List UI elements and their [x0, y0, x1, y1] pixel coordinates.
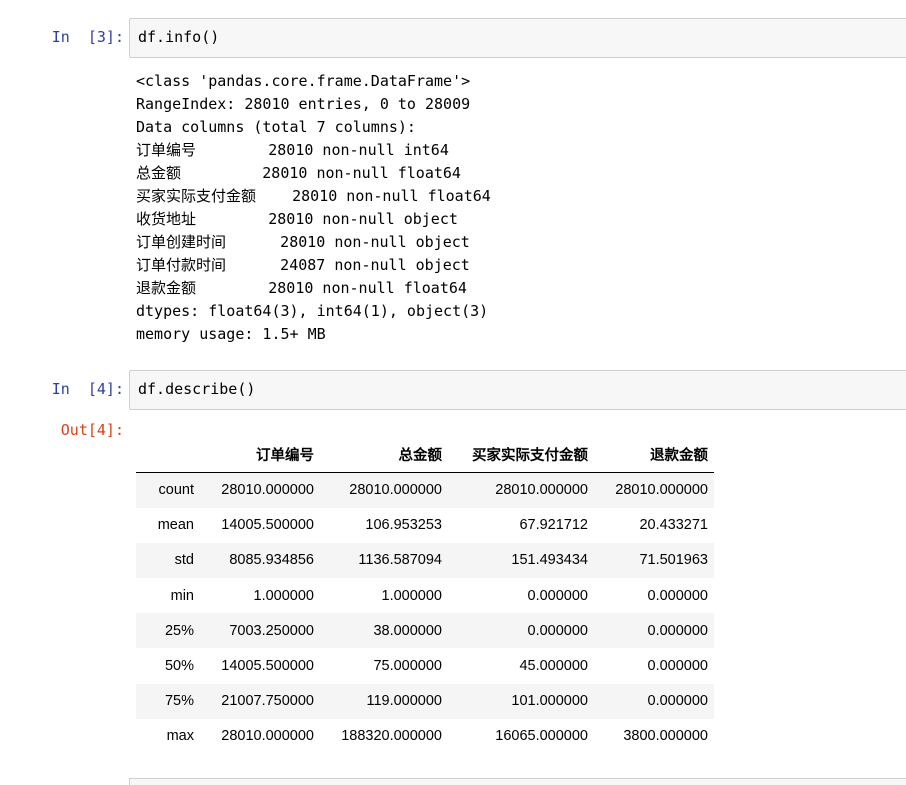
table-cell: 151.493434	[511, 552, 588, 569]
table-cell: 21007.750000	[221, 693, 314, 710]
code-text: df.info()	[138, 28, 220, 46]
next-code-input[interactable]	[129, 778, 906, 785]
index-header	[136, 436, 200, 473]
row-label: max	[166, 728, 194, 745]
column-header: 订单编号	[200, 436, 320, 473]
table-row: mean 14005.500000 106.953253 67.921712 2…	[136, 508, 714, 543]
code-input[interactable]: df.describe()	[129, 370, 906, 410]
table-cell: 0.000000	[647, 658, 708, 675]
table-row: 25% 7003.250000 38.000000 0.000000 0.000…	[136, 613, 714, 649]
output-line: 订单创建时间 28010 non-null object	[136, 233, 470, 251]
table-cell: 38.000000	[373, 622, 442, 639]
row-label: 25%	[164, 622, 194, 639]
column-header: 退款金额	[594, 436, 714, 473]
table-cell: 28010.000000	[495, 482, 588, 499]
table-cell: 28010.000000	[615, 482, 708, 499]
column-header: 总金额	[320, 436, 448, 473]
output-line: 总金额 28010 non-null float64	[136, 164, 461, 182]
table-cell: 28010.000000	[221, 482, 314, 499]
table-cell: 1136.587094	[358, 552, 442, 569]
table-cell: 0.000000	[527, 622, 588, 639]
table-cell: 1.000000	[381, 587, 442, 604]
table-cell: 71.501963	[639, 552, 708, 569]
table-cell: 75.000000	[373, 658, 442, 675]
table-cell: 0.000000	[527, 587, 588, 604]
table-cell: 14005.500000	[221, 658, 314, 675]
table-cell: 28010.000000	[221, 728, 314, 745]
table-header-row: 订单编号 总金额 买家实际支付金额 退款金额	[136, 436, 714, 473]
output-line: Data columns (total 7 columns):	[136, 118, 416, 136]
table-cell: 8085.934856	[229, 552, 314, 569]
table-row: 75% 21007.750000 119.000000 101.000000 0…	[136, 683, 714, 719]
table-cell: 0.000000	[647, 622, 708, 639]
output-line: 买家实际支付金额 28010 non-null float64	[136, 187, 491, 205]
row-label: std	[174, 552, 194, 569]
output-line: <class 'pandas.core.frame.DataFrame'>	[136, 72, 471, 90]
table-cell: 1.000000	[253, 587, 314, 604]
stream-output: <class 'pandas.core.frame.DataFrame'> Ran…	[136, 70, 491, 346]
row-label: 50%	[164, 658, 194, 675]
table-row: min 1.000000 1.000000 0.000000 0.000000	[136, 578, 714, 613]
output-line: 收货地址 28010 non-null object	[136, 210, 458, 228]
output-line: RangeIndex: 28010 entries, 0 to 28009	[136, 95, 471, 113]
table-cell: 20.433271	[639, 517, 708, 534]
table-cell: 119.000000	[366, 693, 442, 710]
row-label: count	[158, 482, 194, 499]
code-input[interactable]: df.info()	[129, 18, 906, 58]
table-cell: 7003.250000	[229, 622, 314, 639]
table-cell: 14005.500000	[221, 517, 314, 534]
row-label: 75%	[164, 693, 194, 710]
output-line: 订单编号 28010 non-null int64	[136, 141, 449, 159]
table-cell: 101.000000	[511, 693, 588, 710]
table-cell: 45.000000	[519, 658, 588, 675]
table-cell: 0.000000	[647, 587, 708, 604]
table-row: std 8085.934856 1136.587094 151.493434 7…	[136, 542, 714, 579]
table-cell: 188320.000000	[341, 728, 442, 745]
table-cell: 16065.000000	[495, 728, 588, 745]
table-cell: 28010.000000	[349, 482, 442, 499]
table-cell: 106.953253	[365, 517, 442, 534]
table-row: max 28010.000000 188320.000000 16065.000…	[136, 719, 714, 754]
dataframe-table: 订单编号 总金额 买家实际支付金额 退款金额 count 28010.00000…	[136, 436, 714, 754]
output-line: 退款金额 28010 non-null float64	[136, 279, 467, 297]
code-text: df.describe()	[138, 380, 256, 398]
output-prompt: Out[4]:	[60, 421, 124, 439]
row-label: mean	[157, 517, 194, 534]
table-row: count 28010.000000 28010.000000 28010.00…	[136, 472, 714, 508]
input-prompt: In [4]:	[51, 380, 124, 398]
output-line: dtypes: float64(3), int64(1), object(3)	[136, 302, 489, 320]
table-row: 50% 14005.500000 75.000000 45.000000 0.0…	[136, 648, 714, 683]
row-label: min	[170, 587, 194, 604]
table-cell: 67.921712	[519, 517, 588, 534]
column-header: 买家实际支付金额	[448, 436, 594, 473]
input-prompt: In [3]:	[51, 28, 124, 46]
output-line: 订单付款时间 24087 non-null object	[136, 256, 470, 274]
table-cell: 0.000000	[647, 693, 708, 710]
output-line: memory usage: 1.5+ MB	[136, 325, 326, 343]
table-cell: 3800.000000	[623, 728, 708, 745]
